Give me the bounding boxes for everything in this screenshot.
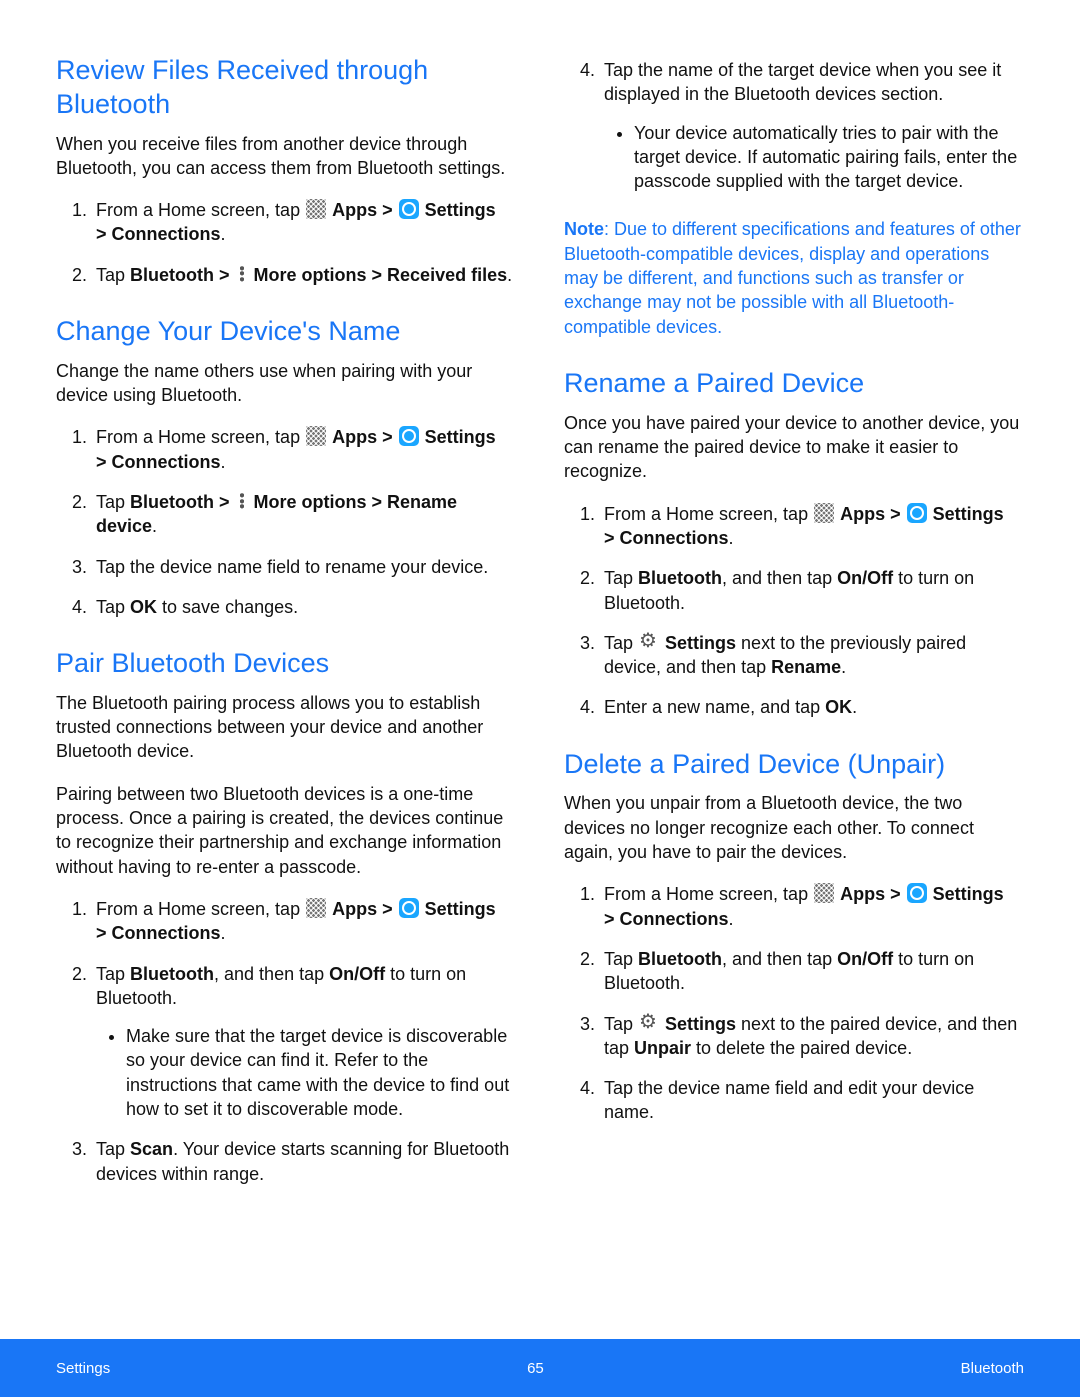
left-column: Review Files Received through Bluetooth … [56,54,516,1214]
step-item: From a Home screen, tap Apps > Settings … [92,198,516,247]
step-item: Tap Bluetooth, and then tap On/Off to tu… [600,566,1024,615]
apps-icon [306,898,326,918]
step-item: Tap the name of the target device when y… [600,58,1024,193]
section-change-name: Change Your Device's Name Change the nam… [56,315,516,619]
gear-icon [639,1013,659,1033]
heading-review-files: Review Files Received through Bluetooth [56,54,516,122]
step-item: Tap the device name field to rename your… [92,555,516,579]
step-item: From a Home screen, tap Apps > Settings … [92,425,516,474]
page-footer: Settings 65 Bluetooth [0,1339,1080,1397]
steps-list: From a Home screen, tap Apps > Settings … [56,897,516,1186]
para: Pairing between two Bluetooth devices is… [56,782,516,879]
step-item: Tap the device name field and edit your … [600,1076,1024,1125]
para: When you unpair from a Bluetooth device,… [564,791,1024,864]
step-item: Tap Settings next to the paired device, … [600,1012,1024,1061]
sub-list: Make sure that the target device is disc… [96,1024,516,1121]
section-rename-paired: Rename a Paired Device Once you have pai… [564,367,1024,720]
apps-icon [814,883,834,903]
step-item: Tap Bluetooth > More options > Received … [92,263,516,287]
settings-icon [399,898,419,918]
section-delete-paired: Delete a Paired Device (Unpair) When you… [564,748,1024,1125]
heading-change-name: Change Your Device's Name [56,315,516,349]
more-options-icon [236,491,248,511]
heading-rename-paired: Rename a Paired Device [564,367,1024,401]
section-pair-devices: Pair Bluetooth Devices The Bluetooth pai… [56,647,516,1186]
sub-list: Your device automatically tries to pair … [604,121,1024,194]
step-item: From a Home screen, tap Apps > Settings … [600,882,1024,931]
settings-icon [907,883,927,903]
settings-icon [907,503,927,523]
sub-item: Make sure that the target device is disc… [126,1024,516,1121]
step-item: Tap Settings next to the previously pair… [600,631,1024,680]
settings-icon [399,426,419,446]
more-options-icon [236,264,248,284]
settings-icon [399,199,419,219]
step-item: Tap Scan. Your device starts scanning fo… [92,1137,516,1186]
step-item: From a Home screen, tap Apps > Settings … [600,502,1024,551]
para: Change the name others use when pairing … [56,359,516,408]
footer-left: Settings [56,1360,110,1377]
section-review-files: Review Files Received through Bluetooth … [56,54,516,287]
footer-right: Bluetooth [961,1360,1024,1377]
steps-list: From a Home screen, tap Apps > Settings … [564,882,1024,1124]
heading-pair-devices: Pair Bluetooth Devices [56,647,516,681]
right-column: Tap the name of the target device when y… [564,54,1024,1214]
gear-icon [639,632,659,652]
apps-icon [306,426,326,446]
steps-list: From a Home screen, tap Apps > Settings … [56,198,516,287]
step-item: Tap Bluetooth, and then tap On/Off to tu… [600,947,1024,996]
apps-icon [306,199,326,219]
steps-list: From a Home screen, tap Apps > Settings … [56,425,516,619]
para: When you receive files from another devi… [56,132,516,181]
step-item: From a Home screen, tap Apps > Settings … [92,897,516,946]
step-item: Enter a new name, and tap OK. [600,695,1024,719]
heading-delete-paired: Delete a Paired Device (Unpair) [564,748,1024,782]
step-item: Tap Bluetooth > More options > Rename de… [92,490,516,539]
steps-list-continued: Tap the name of the target device when y… [564,58,1024,193]
apps-icon [814,503,834,523]
step-item: Tap Bluetooth, and then tap On/Off to tu… [92,962,516,1122]
para: Once you have paired your device to anot… [564,411,1024,484]
steps-list: From a Home screen, tap Apps > Settings … [564,502,1024,720]
sub-item: Your device automatically tries to pair … [634,121,1024,194]
footer-page-number: 65 [527,1360,544,1377]
page-content: Review Files Received through Bluetooth … [0,0,1080,1214]
para: The Bluetooth pairing process allows you… [56,691,516,764]
step-item: Tap OK to save changes. [92,595,516,619]
note-text: Note: Due to different specifications an… [564,217,1024,338]
